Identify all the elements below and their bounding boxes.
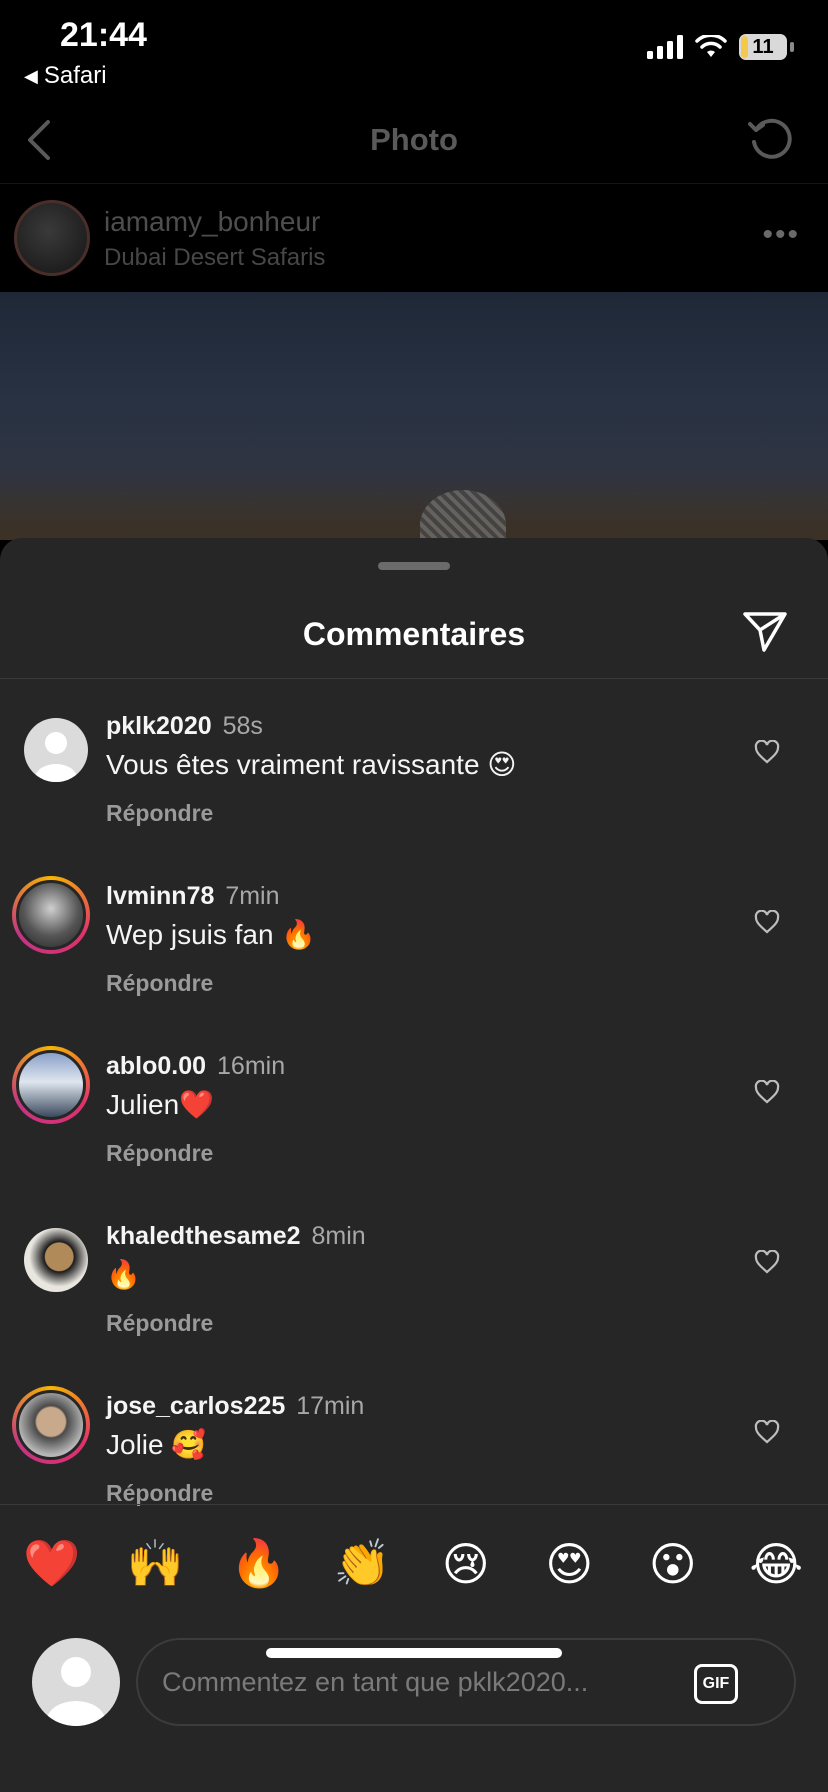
heart-icon[interactable]	[754, 1080, 780, 1104]
author-avatar[interactable]	[14, 200, 90, 276]
comment-item: ablo0.00 16min Julien❤️ Répondre	[0, 1028, 828, 1198]
comment-item: lvminn78 7min Wep jsuis fan 🔥 Répondre	[0, 858, 828, 1028]
battery-level	[741, 36, 748, 58]
avatar[interactable]	[12, 876, 90, 954]
battery-indicator: 11	[739, 34, 787, 60]
divider	[0, 678, 828, 679]
back-to-app-link[interactable]: ◀ Safari	[24, 62, 107, 90]
battery-cap	[790, 42, 794, 52]
back-triangle-icon: ◀	[24, 65, 38, 86]
more-options-icon[interactable]: •••	[762, 218, 800, 252]
comment-item: jose_carlos225 17min Jolie 🥰 Répondre	[0, 1368, 828, 1506]
photo-dune	[0, 480, 828, 540]
post-location[interactable]: Dubai Desert Safaris	[104, 244, 325, 272]
gif-button[interactable]: GIF	[694, 1664, 738, 1704]
comment-header: jose_carlos225 17min	[106, 1392, 364, 1421]
avatar[interactable]	[24, 1228, 88, 1292]
comment-time: 58s	[222, 712, 263, 740]
back-app-label: Safari	[43, 62, 107, 89]
comment-username[interactable]: jose_carlos225	[106, 1392, 285, 1420]
comment-text: Vous êtes vraiment ravissante 😍	[106, 749, 517, 780]
emoji-clap[interactable]: 👏	[327, 1536, 397, 1591]
comment-header: lvminn78 7min	[106, 882, 280, 911]
nav-bar: Photo	[0, 100, 828, 184]
comment-composer: GIF	[0, 1622, 828, 1742]
reply-button[interactable]: Répondre	[106, 1310, 213, 1337]
comment-text: Wep jsuis fan 🔥	[106, 919, 317, 950]
comment-header: khaledthesame2 8min	[106, 1222, 366, 1251]
comment-text: 🔥	[106, 1259, 141, 1290]
comment-text: Jolie 🥰	[106, 1429, 207, 1460]
author-username[interactable]: iamamy_bonheur	[104, 206, 320, 238]
reply-button[interactable]: Répondre	[106, 800, 213, 827]
emoji-laughing[interactable]: 😂	[741, 1537, 811, 1591]
status-indicators: 11	[647, 34, 794, 60]
battery-percent: 11	[752, 35, 774, 58]
comment-time: 16min	[217, 1052, 286, 1080]
comment-time: 7min	[225, 882, 280, 910]
emoji-crying[interactable]: 😢	[431, 1537, 501, 1591]
heart-icon[interactable]	[754, 910, 780, 934]
heart-icon[interactable]	[754, 740, 780, 764]
comment-time: 17min	[296, 1392, 365, 1420]
reply-button[interactable]: Répondre	[106, 970, 213, 997]
post-photo	[0, 292, 828, 560]
comment-text: Julien❤️	[106, 1089, 215, 1120]
emoji-heart[interactable]: ❤️	[17, 1536, 87, 1591]
comment-item: khaledthesame2 8min 🔥 Répondre	[0, 1198, 828, 1368]
emoji-raised-hands[interactable]: 🙌	[120, 1536, 190, 1591]
clock: 21:44	[60, 16, 147, 54]
quick-reaction-bar: ❤️ 🙌 🔥 👏 😢 😍 😮 😂	[0, 1504, 828, 1622]
comment-time: 8min	[311, 1222, 366, 1250]
background-post: Photo iamamy_bonheur Dubai Desert Safari…	[0, 100, 828, 560]
heart-icon[interactable]	[754, 1250, 780, 1274]
comment-username[interactable]: khaledthesame2	[106, 1222, 301, 1250]
comment-header: pklk2020 58s	[106, 712, 263, 741]
sheet-title: Commentaires	[302, 616, 526, 652]
comments-list: pklk2020 58s Vous êtes vraiment ravissan…	[0, 688, 828, 1506]
emoji-heart-eyes[interactable]: 😍	[534, 1537, 604, 1591]
comment-item: pklk2020 58s Vous êtes vraiment ravissan…	[0, 688, 828, 858]
post-author-row: iamamy_bonheur Dubai Desert Safaris •••	[0, 184, 828, 292]
heart-icon[interactable]	[754, 1420, 780, 1444]
comment-username[interactable]: ablo0.00	[106, 1052, 206, 1080]
avatar[interactable]	[24, 718, 88, 782]
reply-button[interactable]: Répondre	[106, 1480, 213, 1506]
share-send-icon[interactable]	[742, 610, 788, 654]
sheet-grabber[interactable]	[378, 562, 450, 570]
emoji-fire[interactable]: 🔥	[224, 1536, 294, 1591]
wifi-icon	[695, 35, 727, 57]
reply-button[interactable]: Répondre	[106, 1140, 213, 1167]
avatar[interactable]	[12, 1046, 90, 1124]
status-bar: 21:44 ◀ Safari 11	[0, 0, 828, 100]
avatar[interactable]	[12, 1386, 90, 1464]
emoji-surprised[interactable]: 😮	[638, 1537, 708, 1591]
my-avatar	[32, 1638, 120, 1726]
refresh-icon[interactable]	[746, 116, 794, 164]
cellular-signal-icon	[647, 35, 683, 59]
home-indicator	[266, 1648, 562, 1658]
comment-header: ablo0.00 16min	[106, 1052, 285, 1081]
comments-sheet: Commentaires pklk2020 58s Vous êtes vrai…	[0, 538, 828, 1792]
comment-username[interactable]: lvminn78	[106, 882, 214, 910]
page-title: Photo	[370, 122, 458, 157]
comment-username[interactable]: pklk2020	[106, 712, 212, 740]
